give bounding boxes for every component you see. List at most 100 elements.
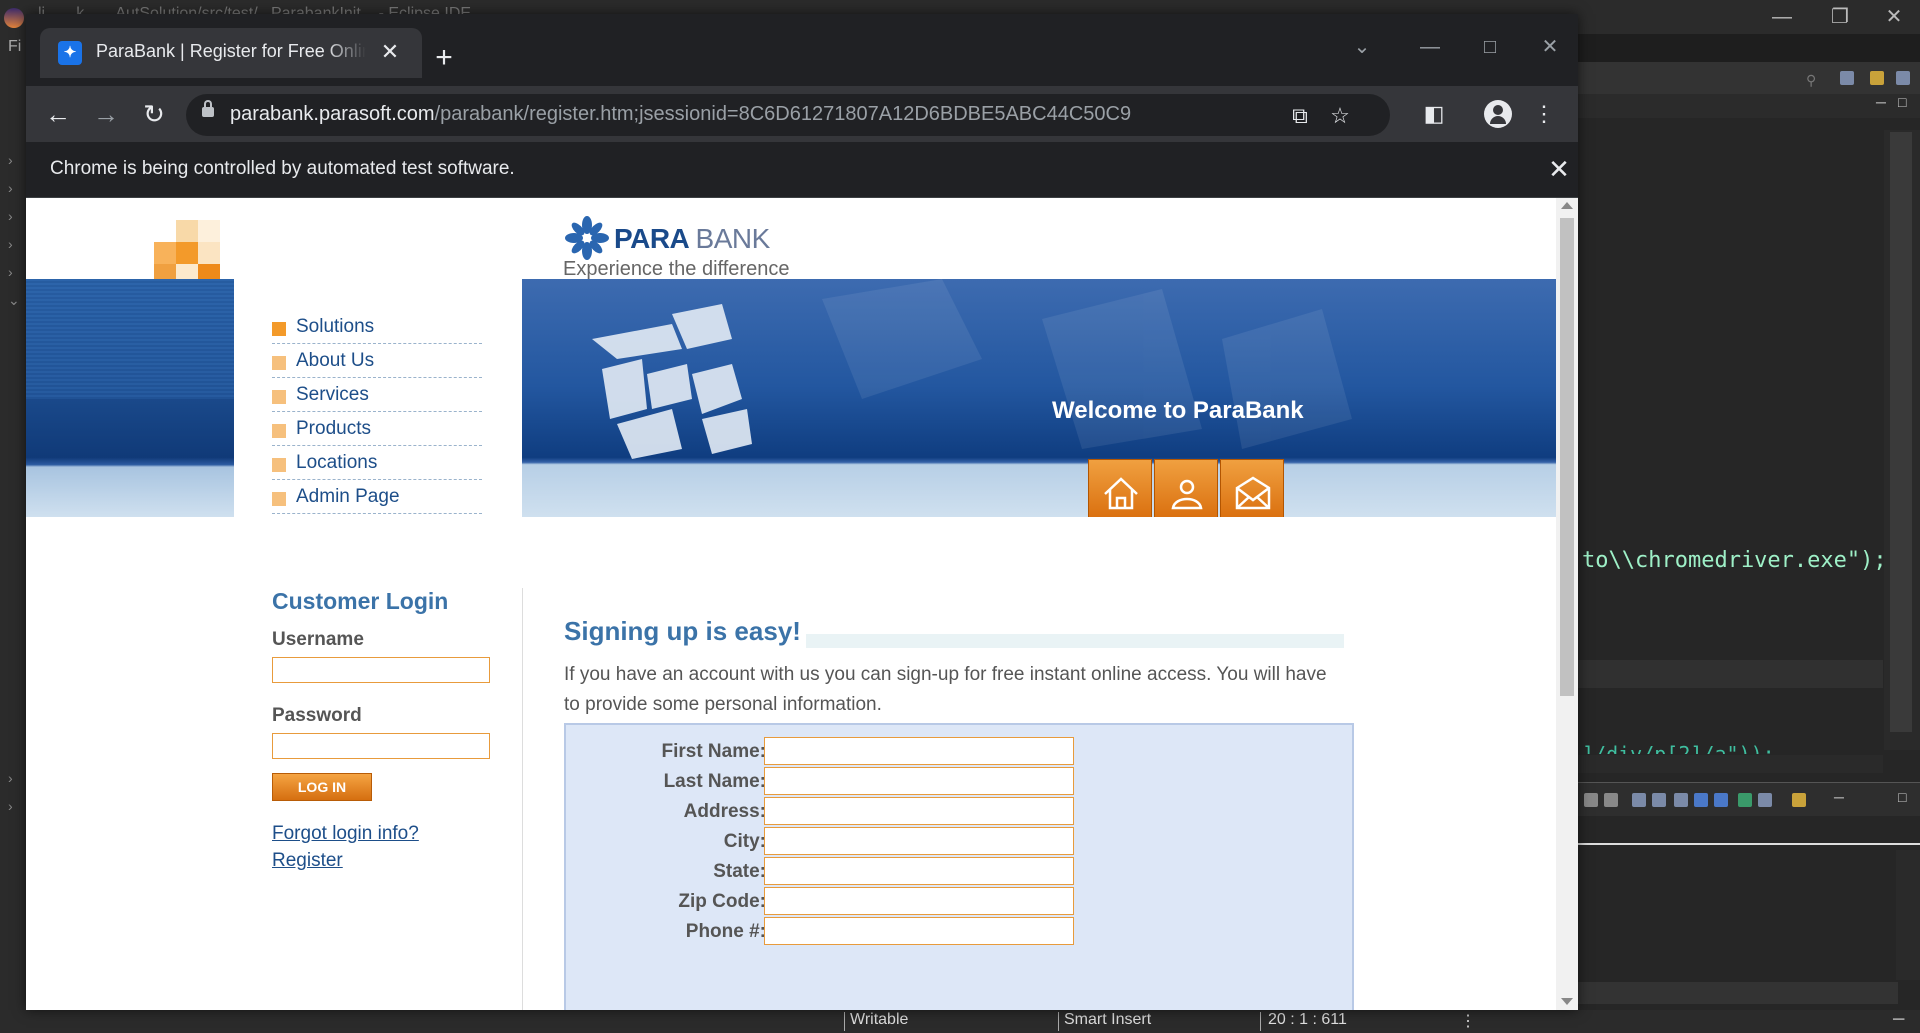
scroll-up-icon[interactable] — [1561, 202, 1573, 209]
java-perspective-icon[interactable] — [1896, 71, 1910, 85]
tree-expand-icon[interactable]: › — [8, 236, 13, 252]
envelope-icon — [1235, 476, 1271, 510]
word-wrap-icon[interactable] — [1674, 793, 1688, 807]
minimize-view-icon[interactable]: ─ — [1876, 94, 1886, 110]
tree-expand-icon[interactable]: › — [8, 152, 13, 168]
city-input[interactable] — [764, 827, 1074, 855]
tab-search-icon[interactable]: ⌄ — [1342, 32, 1382, 62]
login-button[interactable]: LOG IN — [272, 773, 372, 801]
ide-toolbar: ⚲ — [1578, 62, 1920, 94]
tree-expand-icon[interactable]: › — [8, 180, 13, 196]
ide-editor-toolbar: ─ □ — [1578, 94, 1920, 118]
browser-tab[interactable]: ✦ ParaBank | Register for Free Online Ac… — [40, 28, 422, 78]
minimize-icon[interactable]: — — [1410, 32, 1450, 62]
scroll-down-icon[interactable] — [1561, 998, 1573, 1005]
maximize-view-icon[interactable]: □ — [1898, 789, 1906, 805]
show-console-icon[interactable] — [1714, 793, 1728, 807]
menu-item-admin-page[interactable]: Admin Page — [272, 480, 482, 514]
zip-code-input[interactable] — [764, 887, 1074, 915]
username-input[interactable] — [272, 657, 490, 683]
tab-close-icon[interactable]: ✕ — [376, 38, 404, 66]
tree-collapse-icon[interactable]: ⌄ — [8, 292, 20, 309]
phone-input[interactable] — [764, 917, 1074, 945]
left-header-stripes — [26, 279, 234, 399]
back-arrow-icon[interactable]: ← — [40, 96, 76, 132]
tree-expand-icon[interactable]: › — [8, 264, 13, 280]
menu-item-services[interactable]: Services — [272, 378, 482, 412]
tab-title: ParaBank | Register for Free Online Acco… — [96, 41, 366, 61]
search-icon[interactable]: ⚲ — [1806, 72, 1820, 88]
state-input[interactable] — [764, 857, 1074, 885]
profile-icon[interactable] — [1484, 100, 1512, 128]
forgot-login-link[interactable]: Forgot login info? — [272, 823, 502, 845]
scroll-lock-icon[interactable] — [1652, 793, 1666, 807]
new-tab-icon[interactable]: + — [426, 40, 462, 76]
remove-all-icon[interactable] — [1604, 793, 1618, 807]
code-line[interactable]: to\\chromedriver.exe"); — [1582, 548, 1887, 573]
maximize-icon[interactable]: □ — [1470, 32, 1510, 62]
editor-scrollbar[interactable] — [1884, 130, 1920, 750]
login-title: Customer Login — [272, 588, 449, 614]
first-name-label: First Name: — [661, 741, 766, 762]
home-button[interactable] — [1088, 459, 1152, 517]
browser-window: ✦ ParaBank | Register for Free Online Ac… — [26, 14, 1578, 1010]
new-console-icon[interactable] — [1792, 793, 1806, 807]
remove-launch-icon[interactable] — [1584, 793, 1598, 807]
pin-console-icon[interactable] — [1694, 793, 1708, 807]
url-text[interactable]: parabank.parasoft.com/parabank/register.… — [230, 103, 1131, 126]
minimize-view-icon[interactable]: ─ — [1834, 789, 1844, 805]
ide-editor-panel — [1578, 62, 1920, 1014]
share-icon[interactable]: ⧉ — [1286, 102, 1314, 130]
console-icon[interactable] — [1632, 793, 1646, 807]
close-window-icon[interactable]: ✕ — [1530, 32, 1570, 62]
address-input[interactable] — [764, 797, 1074, 825]
ide-minimize-icon[interactable]: — — [1760, 4, 1804, 30]
left-menu: Solutions About Us Services Products Loc… — [272, 310, 482, 514]
menu-item-locations[interactable]: Locations — [272, 446, 482, 480]
address-bar[interactable]: parabank.parasoft.com/parabank/register.… — [186, 94, 1390, 136]
open-console-icon[interactable] — [1738, 793, 1752, 807]
ide-restore-icon[interactable]: ❐ — [1818, 4, 1862, 30]
menu-bullet-icon — [272, 424, 286, 438]
scrollbar-thumb[interactable] — [1560, 218, 1574, 696]
parabank-flower-icon — [565, 216, 609, 260]
about-button[interactable] — [1154, 459, 1218, 517]
page-scrollbar[interactable] — [1556, 198, 1578, 1010]
register-link[interactable]: Register — [272, 850, 502, 872]
username-label: Username — [272, 629, 364, 650]
password-label: Password — [272, 705, 362, 726]
status-minimize-icon[interactable]: ─ — [1893, 1011, 1904, 1029]
contact-button[interactable] — [1220, 459, 1284, 517]
perspective-icon[interactable] — [1840, 71, 1854, 85]
ide-close-icon[interactable]: ✕ — [1872, 4, 1916, 30]
tree-expand-icon[interactable]: › — [8, 798, 13, 814]
menu-item-about-us[interactable]: About Us — [272, 344, 482, 378]
menu-item-products[interactable]: Products — [272, 412, 482, 446]
console-scrollbar[interactable] — [1896, 850, 1920, 980]
ide-left-gutter: Fi › › › › › ⌄ › › — [0, 34, 26, 1014]
phone-label: Phone #: — [685, 921, 766, 942]
signup-title: Signing up is easy! — [564, 616, 801, 646]
menu-item-solutions[interactable]: Solutions — [272, 310, 482, 344]
ide-menu-file[interactable]: Fi — [8, 38, 21, 56]
infobar-close-icon[interactable]: ✕ — [1544, 154, 1574, 184]
last-name-input[interactable] — [764, 767, 1074, 795]
forward-arrow-icon[interactable]: → — [88, 96, 124, 132]
lock-icon[interactable] — [202, 100, 214, 117]
star-icon[interactable]: ☆ — [1326, 102, 1354, 130]
current-line-highlight — [1578, 660, 1883, 688]
password-input[interactable] — [272, 733, 490, 759]
reload-icon[interactable]: ↻ — [136, 96, 172, 132]
editor-hscrollbar[interactable] — [1578, 755, 1883, 773]
side-panel-icon[interactable]: ◧ — [1416, 96, 1452, 132]
console-hscrollbar[interactable] — [1578, 982, 1898, 1004]
maximize-view-icon[interactable]: □ — [1898, 94, 1906, 110]
tree-expand-icon[interactable]: › — [8, 770, 13, 786]
debug-perspective-icon[interactable] — [1870, 71, 1884, 85]
tree-expand-icon[interactable]: › — [8, 208, 13, 224]
status-more-icon[interactable]: ⋮ — [1460, 1011, 1476, 1031]
first-name-input[interactable] — [764, 737, 1074, 765]
display-console-icon[interactable] — [1758, 793, 1772, 807]
kebab-menu-icon[interactable]: ⋮ — [1526, 96, 1562, 132]
tab-strip: ✦ ParaBank | Register for Free Online Ac… — [26, 14, 1578, 86]
